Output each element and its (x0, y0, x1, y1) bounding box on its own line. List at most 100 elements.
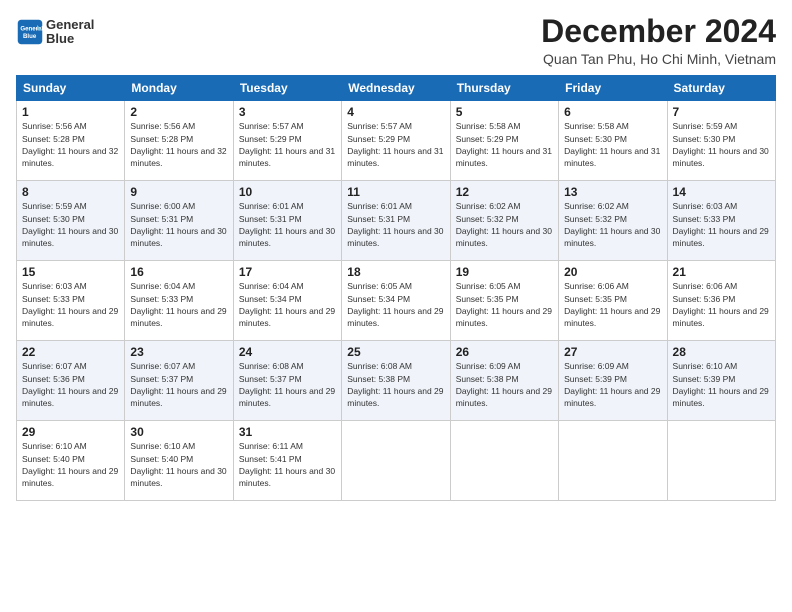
page-title: December 2024 (541, 14, 776, 49)
day-number: 2 (130, 105, 227, 119)
logo-icon: General Blue (16, 18, 44, 46)
logo-text-general: General (46, 18, 94, 32)
calendar-cell: 10 Sunrise: 6:01 AMSunset: 5:31 PMDayligh… (233, 181, 341, 261)
calendar-cell (667, 421, 775, 501)
day-info: Sunrise: 5:57 AMSunset: 5:29 PMDaylight:… (347, 121, 443, 168)
calendar-cell: 15 Sunrise: 6:03 AMSunset: 5:33 PMDayligh… (17, 261, 125, 341)
day-number: 25 (347, 345, 444, 359)
day-number: 22 (22, 345, 119, 359)
calendar-cell: 9 Sunrise: 6:00 AMSunset: 5:31 PMDaylight… (125, 181, 233, 261)
day-info: Sunrise: 6:00 AMSunset: 5:31 PMDaylight:… (130, 201, 226, 248)
calendar-cell: 20 Sunrise: 6:06 AMSunset: 5:35 PMDayligh… (559, 261, 667, 341)
day-info: Sunrise: 6:04 AMSunset: 5:33 PMDaylight:… (130, 281, 226, 328)
header-thursday: Thursday (450, 76, 558, 101)
day-number: 1 (22, 105, 119, 119)
day-info: Sunrise: 6:06 AMSunset: 5:36 PMDaylight:… (673, 281, 769, 328)
day-number: 23 (130, 345, 227, 359)
day-info: Sunrise: 6:05 AMSunset: 5:34 PMDaylight:… (347, 281, 443, 328)
day-info: Sunrise: 6:04 AMSunset: 5:34 PMDaylight:… (239, 281, 335, 328)
day-number: 16 (130, 265, 227, 279)
logo-text-blue: Blue (46, 32, 94, 46)
calendar-cell: 14 Sunrise: 6:03 AMSunset: 5:33 PMDayligh… (667, 181, 775, 261)
day-info: Sunrise: 5:57 AMSunset: 5:29 PMDaylight:… (239, 121, 335, 168)
day-info: Sunrise: 5:56 AMSunset: 5:28 PMDaylight:… (22, 121, 118, 168)
calendar-cell (559, 421, 667, 501)
header-friday: Friday (559, 76, 667, 101)
calendar-cell: 27 Sunrise: 6:09 AMSunset: 5:39 PMDayligh… (559, 341, 667, 421)
calendar-cell: 12 Sunrise: 6:02 AMSunset: 5:32 PMDayligh… (450, 181, 558, 261)
calendar-cell: 7 Sunrise: 5:59 AMSunset: 5:30 PMDaylight… (667, 101, 775, 181)
day-number: 10 (239, 185, 336, 199)
day-info: Sunrise: 6:11 AMSunset: 5:41 PMDaylight:… (239, 441, 335, 488)
calendar-cell: 17 Sunrise: 6:04 AMSunset: 5:34 PMDayligh… (233, 261, 341, 341)
day-info: Sunrise: 6:03 AMSunset: 5:33 PMDaylight:… (22, 281, 118, 328)
day-number: 9 (130, 185, 227, 199)
svg-text:Blue: Blue (23, 33, 37, 40)
day-info: Sunrise: 5:59 AMSunset: 5:30 PMDaylight:… (22, 201, 118, 248)
page-subtitle: Quan Tan Phu, Ho Chi Minh, Vietnam (541, 51, 776, 67)
calendar-cell: 29Sunrise: 6:10 AMSunset: 5:40 PMDayligh… (17, 421, 125, 501)
day-number: 7 (673, 105, 770, 119)
calendar-cell: 2 Sunrise: 5:56 AMSunset: 5:28 PMDaylight… (125, 101, 233, 181)
day-number: 29 (22, 425, 119, 439)
header-monday: Monday (125, 76, 233, 101)
day-info: Sunrise: 6:09 AMSunset: 5:38 PMDaylight:… (456, 361, 552, 408)
day-info: Sunrise: 6:07 AMSunset: 5:37 PMDaylight:… (130, 361, 226, 408)
day-number: 8 (22, 185, 119, 199)
day-number: 13 (564, 185, 661, 199)
calendar-cell: 13Sunrise: 6:02 AMSunset: 5:32 PMDayligh… (559, 181, 667, 261)
day-info: Sunrise: 6:10 AMSunset: 5:40 PMDaylight:… (130, 441, 226, 488)
day-number: 14 (673, 185, 770, 199)
day-number: 15 (22, 265, 119, 279)
day-info: Sunrise: 6:01 AMSunset: 5:31 PMDaylight:… (347, 201, 443, 248)
calendar-cell: 6Sunrise: 5:58 AMSunset: 5:30 PMDaylight… (559, 101, 667, 181)
title-area: December 2024 Quan Tan Phu, Ho Chi Minh,… (541, 14, 776, 67)
calendar-cell: 23 Sunrise: 6:07 AMSunset: 5:37 PMDayligh… (125, 341, 233, 421)
day-info: Sunrise: 6:01 AMSunset: 5:31 PMDaylight:… (239, 201, 335, 248)
day-info: Sunrise: 6:08 AMSunset: 5:37 PMDaylight:… (239, 361, 335, 408)
day-info: Sunrise: 6:02 AMSunset: 5:32 PMDaylight:… (456, 201, 552, 248)
day-info: Sunrise: 5:56 AMSunset: 5:28 PMDaylight:… (130, 121, 226, 168)
day-number: 3 (239, 105, 336, 119)
day-info: Sunrise: 6:07 AMSunset: 5:36 PMDaylight:… (22, 361, 118, 408)
calendar-cell: 19 Sunrise: 6:05 AMSunset: 5:35 PMDayligh… (450, 261, 558, 341)
day-number: 20 (564, 265, 661, 279)
day-info: Sunrise: 6:08 AMSunset: 5:38 PMDaylight:… (347, 361, 443, 408)
day-info: Sunrise: 6:03 AMSunset: 5:33 PMDaylight:… (673, 201, 769, 248)
day-number: 27 (564, 345, 661, 359)
day-number: 11 (347, 185, 444, 199)
calendar-cell: 3 Sunrise: 5:57 AMSunset: 5:29 PMDaylight… (233, 101, 341, 181)
day-number: 4 (347, 105, 444, 119)
day-number: 18 (347, 265, 444, 279)
header-sunday: Sunday (17, 76, 125, 101)
calendar-cell: 8 Sunrise: 5:59 AMSunset: 5:30 PMDaylight… (17, 181, 125, 261)
calendar-cell: 24 Sunrise: 6:08 AMSunset: 5:37 PMDayligh… (233, 341, 341, 421)
day-number: 24 (239, 345, 336, 359)
header-wednesday: Wednesday (342, 76, 450, 101)
calendar-cell: 4 Sunrise: 5:57 AMSunset: 5:29 PMDaylight… (342, 101, 450, 181)
day-number: 5 (456, 105, 553, 119)
calendar-cell: 22 Sunrise: 6:07 AMSunset: 5:36 PMDayligh… (17, 341, 125, 421)
day-info: Sunrise: 5:58 AMSunset: 5:29 PMDaylight:… (456, 121, 552, 168)
day-number: 12 (456, 185, 553, 199)
day-number: 30 (130, 425, 227, 439)
calendar-cell (450, 421, 558, 501)
calendar-cell: 1 Sunrise: 5:56 AMSunset: 5:28 PMDaylight… (17, 101, 125, 181)
calendar-cell: 5 Sunrise: 5:58 AMSunset: 5:29 PMDaylight… (450, 101, 558, 181)
header: General Blue General Blue December 2024 … (16, 14, 776, 67)
calendar-cell (342, 421, 450, 501)
header-saturday: Saturday (667, 76, 775, 101)
day-number: 17 (239, 265, 336, 279)
calendar-cell: 25 Sunrise: 6:08 AMSunset: 5:38 PMDayligh… (342, 341, 450, 421)
calendar-header-row: Sunday Monday Tuesday Wednesday Thursday… (17, 76, 776, 101)
logo: General Blue General Blue (16, 18, 94, 47)
day-info: Sunrise: 6:05 AMSunset: 5:35 PMDaylight:… (456, 281, 552, 328)
day-info: Sunrise: 5:58 AMSunset: 5:30 PMDaylight:… (564, 121, 660, 168)
day-info: Sunrise: 6:09 AMSunset: 5:39 PMDaylight:… (564, 361, 660, 408)
day-info: Sunrise: 6:06 AMSunset: 5:35 PMDaylight:… (564, 281, 660, 328)
day-info: Sunrise: 6:10 AMSunset: 5:39 PMDaylight:… (673, 361, 769, 408)
day-info: Sunrise: 5:59 AMSunset: 5:30 PMDaylight:… (673, 121, 769, 168)
day-number: 31 (239, 425, 336, 439)
day-number: 19 (456, 265, 553, 279)
calendar-table: Sunday Monday Tuesday Wednesday Thursday… (16, 75, 776, 501)
